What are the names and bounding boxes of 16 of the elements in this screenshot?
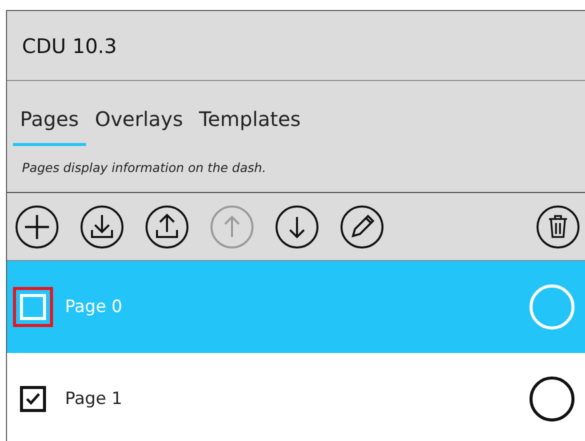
arrow-down-icon[interactable]: [275, 204, 319, 248]
trash-icon[interactable]: [536, 204, 580, 248]
window-title: CDU 10.3: [7, 11, 585, 81]
add-icon[interactable]: [15, 204, 59, 248]
tab[interactable]: Overlays: [88, 107, 190, 146]
upload-icon[interactable]: [145, 204, 189, 248]
tab[interactable]: Templates: [192, 107, 308, 146]
checkbox[interactable]: [20, 386, 46, 412]
description-text: Pages display information on the dash.: [21, 159, 268, 177]
tab[interactable]: Pages: [13, 107, 86, 146]
pencil-icon[interactable]: [340, 204, 384, 248]
page-name: Page 1: [65, 389, 124, 409]
page-name: Page 0: [65, 297, 124, 317]
page-list-item[interactable]: Page 1: [7, 353, 585, 441]
download-icon[interactable]: [80, 204, 124, 248]
radio-button[interactable]: [529, 376, 575, 422]
